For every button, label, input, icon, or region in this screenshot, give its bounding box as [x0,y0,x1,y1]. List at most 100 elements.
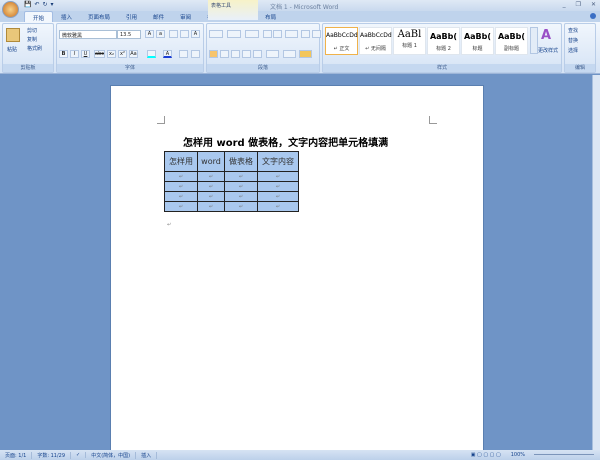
strikethrough-button[interactable]: abc [94,50,105,58]
format-painter-button[interactable]: 格式刷 [27,45,42,52]
line-spacing-icon[interactable] [266,50,279,58]
shading-icon[interactable] [283,50,296,58]
word-count[interactable]: 字数: 11/29 [32,451,72,459]
underline-button[interactable]: U [81,50,90,58]
tab-mailings[interactable]: 邮件 [145,11,172,22]
change-styles-icon[interactable]: A [541,28,551,43]
change-styles-button[interactable]: 更改样式 [538,47,558,54]
char-border-icon[interactable]: A [191,30,200,38]
table-cell[interactable]: ↵ [197,171,225,182]
align-left-icon[interactable] [209,50,218,58]
proofing-icon[interactable]: ✓ [71,452,87,458]
char-shading-icon[interactable] [179,50,188,58]
style-subtitle[interactable]: AaBb(副标题 [495,27,528,55]
table-cell[interactable]: ↵ [164,201,198,212]
subscript-button[interactable]: x₂ [107,50,116,58]
increase-indent-icon[interactable] [273,30,282,38]
document-table[interactable]: 怎样用 word 做表格 文字内容 ↵ ↵ ↵ ↵ ↵ ↵ ↵ ↵ ↵ ↵ ↵ ↵ ↵ ↵ ↵ ↵ [164,151,299,212]
table-header-cell[interactable]: word [197,151,225,172]
table-cell[interactable]: ↵ [257,201,299,212]
style-no-spacing[interactable]: AaBbCcDd ↵ 无间隔 [359,27,392,55]
clear-format-icon[interactable] [169,30,178,38]
borders-icon[interactable] [299,50,312,58]
style-heading-2[interactable]: AaBb(标题 2 [427,27,460,55]
vertical-scrollbar[interactable] [592,75,600,450]
table-cell[interactable]: ↵ [224,191,258,202]
enclose-char-icon[interactable] [191,50,200,58]
style-normal[interactable]: AaBbCcDd ↵ 正文 [325,27,358,55]
paste-button[interactable]: 粘贴 [7,46,17,53]
table-cell[interactable]: ↵ [224,201,258,212]
tab-page-layout[interactable]: 页面布局 [80,11,118,22]
show-marks-icon[interactable] [312,30,321,38]
tab-references[interactable]: 引用 [118,11,145,22]
table-header-cell[interactable]: 文字内容 [257,151,299,172]
align-center-icon[interactable] [220,50,229,58]
font-color-button[interactable]: A [163,50,172,58]
qat-dropdown-icon[interactable]: ▾ [51,1,54,9]
tab-home[interactable]: 开始 [24,11,54,22]
paste-icon[interactable] [6,28,20,42]
align-right-icon[interactable] [231,50,240,58]
undo-icon[interactable]: ↶ [34,1,39,9]
table-cell[interactable]: ↵ [224,181,258,192]
font-name-select[interactable]: 微软雅黑 [59,30,117,39]
table-header-cell[interactable]: 怎样用 [164,151,198,172]
save-icon[interactable]: 💾 [24,1,31,9]
change-case-button[interactable]: Aa [129,50,138,58]
styles-scroll[interactable] [530,27,538,54]
table-cell[interactable]: ↵ [197,181,225,192]
shrink-font-icon[interactable]: a [156,30,165,38]
highlight-icon[interactable] [147,50,156,58]
table-cell[interactable]: ↵ [197,191,225,202]
table-cell[interactable]: ↵ [224,171,258,182]
minimize-button[interactable]: _ [563,1,566,8]
find-button[interactable]: 查找 [568,27,578,34]
cut-button[interactable]: 剪切 [27,27,37,34]
close-button[interactable]: ✕ [591,1,596,8]
copy-button[interactable]: 复制 [27,36,37,43]
document-page[interactable]: 怎样用 word 做表格，文字内容把单元格填满 怎样用 word 做表格 文字内… [110,85,484,455]
superscript-button[interactable]: x² [118,50,127,58]
zoom-level[interactable]: 100% [506,452,530,458]
table-cell[interactable]: ↵ [197,201,225,212]
select-button[interactable]: 选择 [568,47,578,54]
chinese-layout-icon[interactable] [285,30,298,38]
zoom-slider[interactable] [534,454,594,455]
table-cell[interactable]: ↵ [164,171,198,182]
maximize-button[interactable]: ❐ [576,1,581,8]
document-title[interactable]: 怎样用 word 做表格，文字内容把单元格填满 [183,134,388,149]
table-header-cell[interactable]: 做表格 [224,151,258,172]
table-cell[interactable]: ↵ [257,181,299,192]
phonetic-icon[interactable] [180,30,189,38]
bold-button[interactable]: B [59,50,68,58]
language-status[interactable]: 中文(简体，中国) [86,451,137,459]
editing-label: 编辑 [565,64,595,72]
bullets-icon[interactable] [209,30,223,38]
style-title[interactable]: AaBb(标题 [461,27,494,55]
justify-icon[interactable] [242,50,251,58]
help-icon[interactable] [590,13,596,19]
table-cell[interactable]: ↵ [257,191,299,202]
page-count[interactable]: 页面: 1/1 [0,451,33,459]
tab-insert[interactable]: 插入 [53,11,80,22]
distribute-icon[interactable] [253,50,262,58]
decrease-indent-icon[interactable] [263,30,272,38]
style-heading-1[interactable]: AaBl 标题 1 [393,27,426,55]
table-cell[interactable]: ↵ [164,191,198,202]
table-cell[interactable]: ↵ [164,181,198,192]
insert-mode[interactable]: 插入 [136,451,158,459]
tab-layout[interactable]: 布局 [257,11,284,22]
font-size-select[interactable]: 13.5 [117,30,141,39]
tab-review[interactable]: 审阅 [172,11,199,22]
numbering-icon[interactable] [227,30,241,38]
redo-icon[interactable]: ↻ [43,1,48,9]
replace-button[interactable]: 替换 [568,37,578,44]
multilevel-list-icon[interactable] [245,30,259,38]
sort-icon[interactable] [301,30,310,38]
view-buttons[interactable]: ▣ ▢ ▢ ▢ ▢ [466,452,506,458]
italic-button[interactable]: I [70,50,79,58]
grow-font-icon[interactable]: A [145,30,154,38]
office-button[interactable] [2,1,19,18]
table-cell[interactable]: ↵ [257,171,299,182]
